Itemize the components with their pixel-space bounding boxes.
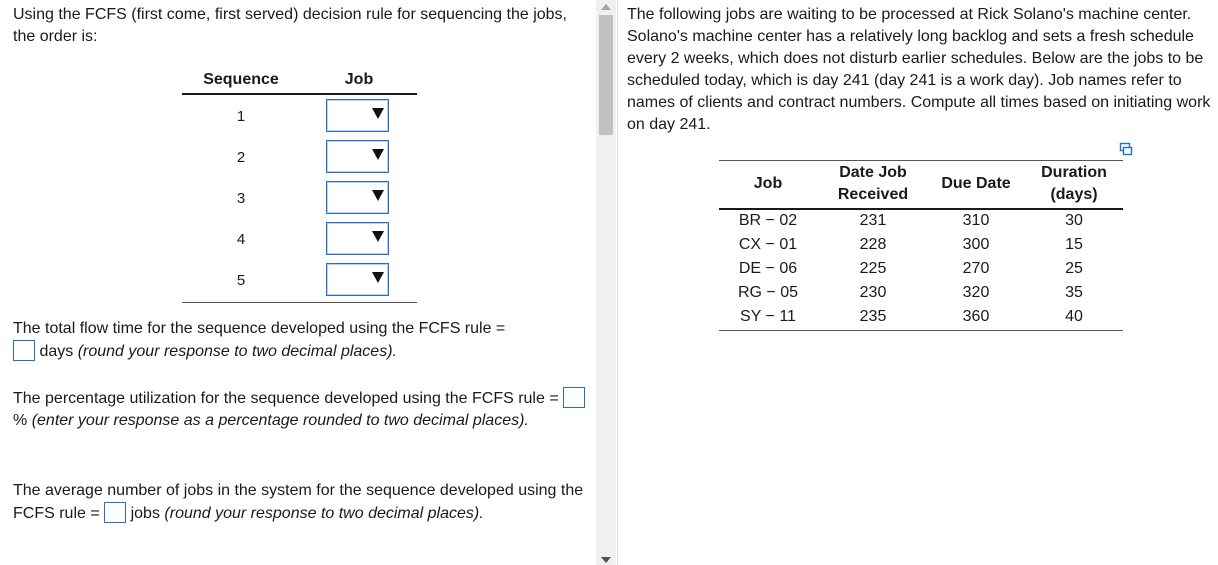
- avg-jobs-input[interactable]: [104, 501, 127, 523]
- jobs-table: Job Date Job Received Due Date Duration …: [719, 160, 1123, 331]
- due-cell: 300: [962, 236, 990, 253]
- due-cell: 270: [962, 260, 990, 277]
- duration-cell: 40: [1065, 308, 1083, 325]
- received-cell: 228: [859, 236, 887, 253]
- received-cell: 230: [859, 284, 887, 301]
- duration-cell: 15: [1065, 236, 1083, 253]
- sequence-number: 2: [236, 149, 246, 166]
- dropdown-arrow-icon: [372, 190, 384, 201]
- sequence-row: 3: [182, 177, 417, 218]
- job-dropdown-1[interactable]: [326, 99, 389, 132]
- jobs-table-header: Job Date Job Received Due Date Duration …: [719, 160, 1123, 210]
- sequence-number: 1: [236, 108, 246, 125]
- scroll-down-arrow-icon[interactable]: [601, 557, 611, 563]
- utilization-input[interactable]: [563, 387, 586, 408]
- duration-header-line2: (days): [1050, 186, 1098, 203]
- due-date-header: Due Date: [941, 175, 1011, 192]
- sequence-number: 5: [236, 272, 246, 289]
- utilization-hint: (enter your response as a percentage rou…: [31, 411, 529, 429]
- copy-table-icon[interactable]: [1119, 142, 1133, 156]
- job-cell: CX − 01: [738, 236, 798, 253]
- avg-jobs-question: The average number of jobs in the system…: [13, 480, 588, 524]
- duration-cell: 25: [1065, 260, 1083, 277]
- intro-text: Using the FCFS (first come, first served…: [13, 6, 567, 45]
- vertical-scrollbar[interactable]: [596, 0, 616, 565]
- problem-text: The following jobs are waiting to be pro…: [627, 6, 1211, 133]
- sequence-row: 5: [182, 259, 417, 300]
- sequence-header: Sequence: [203, 71, 279, 88]
- table-row: CX − 01 228 300 15: [719, 234, 1123, 258]
- sequence-number: 3: [236, 190, 246, 207]
- sequence-row: 4: [182, 218, 417, 259]
- job-cell: DE − 06: [738, 260, 798, 277]
- job-dropdown-2[interactable]: [326, 140, 389, 173]
- problem-pane: The following jobs are waiting to be pro…: [618, 0, 1218, 565]
- flow-time-unit: days: [39, 342, 74, 360]
- duration-cell: 35: [1065, 284, 1083, 301]
- sequence-row: 2: [182, 136, 417, 177]
- flow-time-question: The total flow time for the sequence dev…: [13, 318, 588, 362]
- sequence-table: Sequence Job 1 2 3 4 5: [182, 66, 417, 303]
- sequence-table-header: Sequence Job: [182, 66, 417, 95]
- date-received-header-line2: Received: [837, 186, 909, 203]
- flow-time-question-text: The total flow time for the sequence dev…: [13, 320, 506, 337]
- dropdown-arrow-icon: [372, 149, 384, 160]
- dropdown-arrow-icon: [372, 231, 384, 242]
- scrollbar-thumb[interactable]: [599, 15, 613, 135]
- utilization-unit: %: [13, 411, 28, 429]
- avg-jobs-hint: (round your response to two decimal plac…: [164, 504, 484, 522]
- job-dropdown-3[interactable]: [326, 181, 389, 214]
- job-column-header: Job: [753, 175, 783, 192]
- sequence-number: 4: [236, 231, 246, 248]
- dropdown-arrow-icon: [372, 108, 384, 119]
- table-row: SY − 11 235 360 40: [719, 306, 1123, 330]
- utilization-question-text: The percentage utilization for the seque…: [13, 390, 559, 407]
- received-cell: 225: [859, 260, 887, 277]
- received-cell: 231: [859, 212, 887, 229]
- table-row: RG − 05 230 320 35: [719, 282, 1123, 306]
- due-cell: 360: [962, 308, 990, 325]
- job-cell: RG − 05: [737, 284, 799, 301]
- due-cell: 320: [962, 284, 990, 301]
- dropdown-arrow-icon: [372, 272, 384, 283]
- due-cell: 310: [962, 212, 990, 229]
- table-row: BR − 02 231 310 30: [719, 210, 1123, 234]
- table-row: DE − 06 225 270 25: [719, 258, 1123, 282]
- flow-time-hint: (round your response to two decimal plac…: [77, 342, 397, 360]
- job-dropdown-4[interactable]: [326, 222, 389, 255]
- flow-time-input[interactable]: [13, 339, 35, 361]
- job-cell: BR − 02: [738, 212, 798, 229]
- table-bottom-rule: [182, 302, 417, 303]
- sequence-row: 1: [182, 95, 417, 136]
- utilization-question: The percentage utilization for the seque…: [13, 387, 588, 431]
- job-cell: SY − 11: [740, 308, 796, 325]
- avg-jobs-unit: jobs: [130, 504, 160, 522]
- scroll-up-arrow-icon[interactable]: [601, 4, 611, 10]
- job-dropdown-5[interactable]: [326, 263, 389, 296]
- received-cell: 235: [859, 308, 887, 325]
- duration-cell: 30: [1065, 212, 1083, 229]
- question-pane: Using the FCFS (first come, first served…: [0, 0, 596, 565]
- date-received-header-line1: Date Job: [839, 164, 907, 181]
- job-header: Job: [344, 71, 374, 88]
- table-bottom-rule: [719, 330, 1123, 331]
- duration-header-line1: Duration: [1041, 164, 1107, 181]
